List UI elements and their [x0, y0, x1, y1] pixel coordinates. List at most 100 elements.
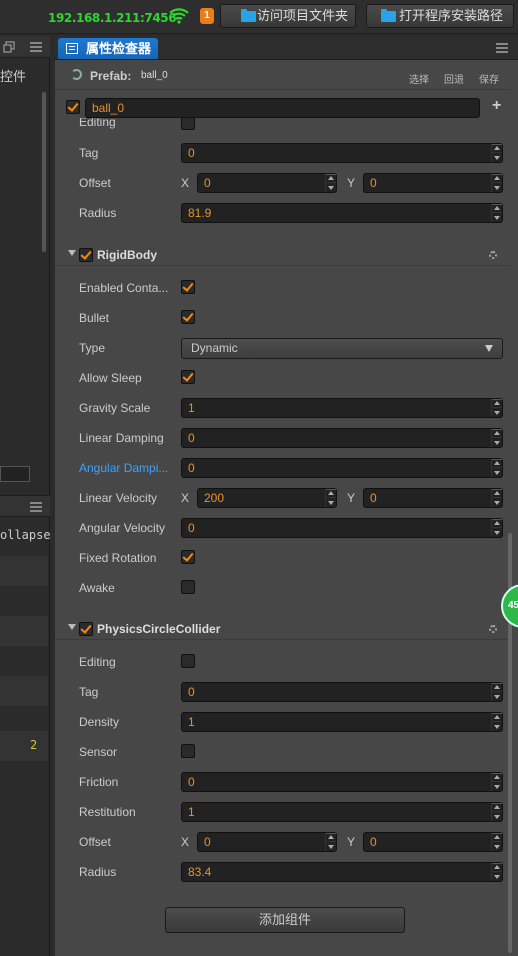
spin-up-icon[interactable] [494, 521, 500, 525]
spin-down-icon[interactable] [494, 186, 500, 190]
spin-up-icon[interactable] [494, 176, 500, 180]
spin-up-icon[interactable] [494, 775, 500, 779]
tag-input[interactable]: 0 [181, 682, 503, 702]
prefab-save-button[interactable]: 保存 [479, 71, 499, 86]
angular-damping-input[interactable]: 0 [181, 458, 503, 478]
panel-menu-icon[interactable] [496, 43, 508, 53]
spin-down-icon[interactable] [328, 186, 334, 190]
spin-up-icon[interactable] [494, 805, 500, 809]
spin-down-icon[interactable] [494, 501, 500, 505]
server-address: 192.168.1.211:7456 [48, 11, 177, 25]
rigidbody-enabled-checkbox[interactable] [79, 248, 93, 262]
open-project-folder-button[interactable]: 访问项目文件夹 [220, 4, 356, 28]
tab-inspector[interactable]: 属性检查器 [58, 38, 158, 59]
spin-down-icon[interactable] [494, 785, 500, 789]
sensor-checkbox[interactable] [181, 744, 195, 758]
prop-bullet: Bullet [55, 304, 510, 332]
spin-up-icon[interactable] [494, 431, 500, 435]
add-icon[interactable]: + [492, 97, 501, 115]
gear-icon[interactable] [489, 251, 497, 259]
spin-down-icon[interactable] [494, 156, 500, 160]
prop-editing: Editing [55, 118, 510, 132]
popout-icon[interactable] [3, 41, 15, 53]
linear-velocity-x-input[interactable]: 200 [197, 488, 337, 508]
prop-offset: Offset X 0 Y 0 [55, 169, 510, 197]
fixed-rotation-checkbox[interactable] [181, 550, 195, 564]
spin-up-icon[interactable] [494, 461, 500, 465]
gear-icon[interactable] [489, 625, 497, 633]
inspector-icon [66, 43, 78, 54]
offset-x-input[interactable]: 0 [197, 832, 337, 852]
prefab-revert-button[interactable]: 回退 [444, 71, 464, 86]
spin-down-icon[interactable] [494, 695, 500, 699]
collapse-arrow-icon[interactable] [68, 250, 76, 256]
linear-velocity-y-input[interactable]: 0 [363, 488, 503, 508]
circle-collider-enabled-checkbox[interactable] [79, 622, 93, 636]
controls-label: 控件 [0, 69, 27, 84]
circle-collider-header[interactable]: PhysicsCircleCollider [55, 618, 510, 640]
rigidbody-header[interactable]: RigidBody [55, 244, 510, 266]
spin-up-icon[interactable] [494, 835, 500, 839]
restitution-input[interactable]: 1 [181, 802, 503, 822]
linear-damping-input[interactable]: 0 [181, 428, 503, 448]
node-name-input[interactable]: ball_0 [85, 98, 480, 118]
spin-down-icon[interactable] [494, 216, 500, 220]
spin-up-icon[interactable] [494, 401, 500, 405]
prefab-select-button[interactable]: 选择 [409, 71, 429, 86]
spin-down-icon[interactable] [494, 441, 500, 445]
spin-up-icon[interactable] [494, 685, 500, 689]
angular-velocity-input[interactable]: 0 [181, 518, 503, 538]
spin-up-icon[interactable] [494, 146, 500, 150]
collapse-toggle[interactable]: ollapse [0, 528, 51, 542]
spin-down-icon[interactable] [494, 815, 500, 819]
awake-checkbox[interactable] [181, 580, 195, 594]
search-field[interactable] [0, 466, 30, 482]
collapse-arrow-icon[interactable] [68, 624, 76, 630]
spin-up-icon[interactable] [494, 865, 500, 869]
spin-up-icon[interactable] [494, 206, 500, 210]
scrollbar[interactable] [42, 92, 46, 252]
spin-up-icon[interactable] [328, 835, 334, 839]
spin-down-icon[interactable] [494, 725, 500, 729]
spin-up-icon[interactable] [328, 176, 334, 180]
spin-down-icon[interactable] [494, 471, 500, 475]
offset-y-input[interactable]: 0 [363, 173, 503, 193]
top-toolbar: 192.168.1.211:7456 1 访问项目文件夹 打开程序安装路径 [0, 0, 518, 34]
bullet-checkbox[interactable] [181, 310, 195, 324]
offset-x-input[interactable]: 0 [197, 173, 337, 193]
radius-input[interactable]: 83.4 [181, 862, 503, 882]
editing-checkbox[interactable] [181, 654, 195, 668]
tag-input[interactable]: 0 [181, 143, 503, 163]
editing-checkbox[interactable] [181, 118, 195, 130]
panel-menu-icon[interactable] [30, 502, 42, 512]
spin-up-icon[interactable] [328, 491, 334, 495]
enabled-contact-checkbox[interactable] [181, 280, 195, 294]
spin-down-icon[interactable] [328, 845, 334, 849]
allow-sleep-checkbox[interactable] [181, 370, 195, 384]
node-name-row: ball_0 + [55, 96, 510, 120]
density-input[interactable]: 1 [181, 712, 503, 732]
add-component-button[interactable]: 添加组件 [165, 907, 405, 933]
panel-menu-icon[interactable] [30, 42, 42, 52]
type-select[interactable]: Dynamic [181, 338, 503, 359]
spin-down-icon[interactable] [494, 531, 500, 535]
notification-badge[interactable]: 1 [200, 8, 214, 24]
gravity-scale-input[interactable]: 1 [181, 398, 503, 418]
list-item [0, 556, 48, 586]
open-install-path-button[interactable]: 打开程序安装路径 [366, 4, 514, 28]
inspector-tabbar: 属性检查器 [55, 36, 518, 60]
left-panel-header [0, 36, 50, 58]
spin-up-icon[interactable] [494, 491, 500, 495]
spin-down-icon[interactable] [328, 501, 334, 505]
prop-allow-sleep: Allow Sleep [55, 364, 510, 392]
spin-down-icon[interactable] [494, 845, 500, 849]
prefab-link-icon [71, 69, 82, 80]
radius-input[interactable]: 81.9 [181, 203, 503, 223]
spin-up-icon[interactable] [494, 715, 500, 719]
friction-input[interactable]: 0 [181, 772, 503, 792]
offset-y-input[interactable]: 0 [363, 832, 503, 852]
spin-down-icon[interactable] [494, 875, 500, 879]
node-active-checkbox[interactable] [66, 100, 80, 114]
console-panel-header [0, 495, 50, 517]
spin-down-icon[interactable] [494, 411, 500, 415]
